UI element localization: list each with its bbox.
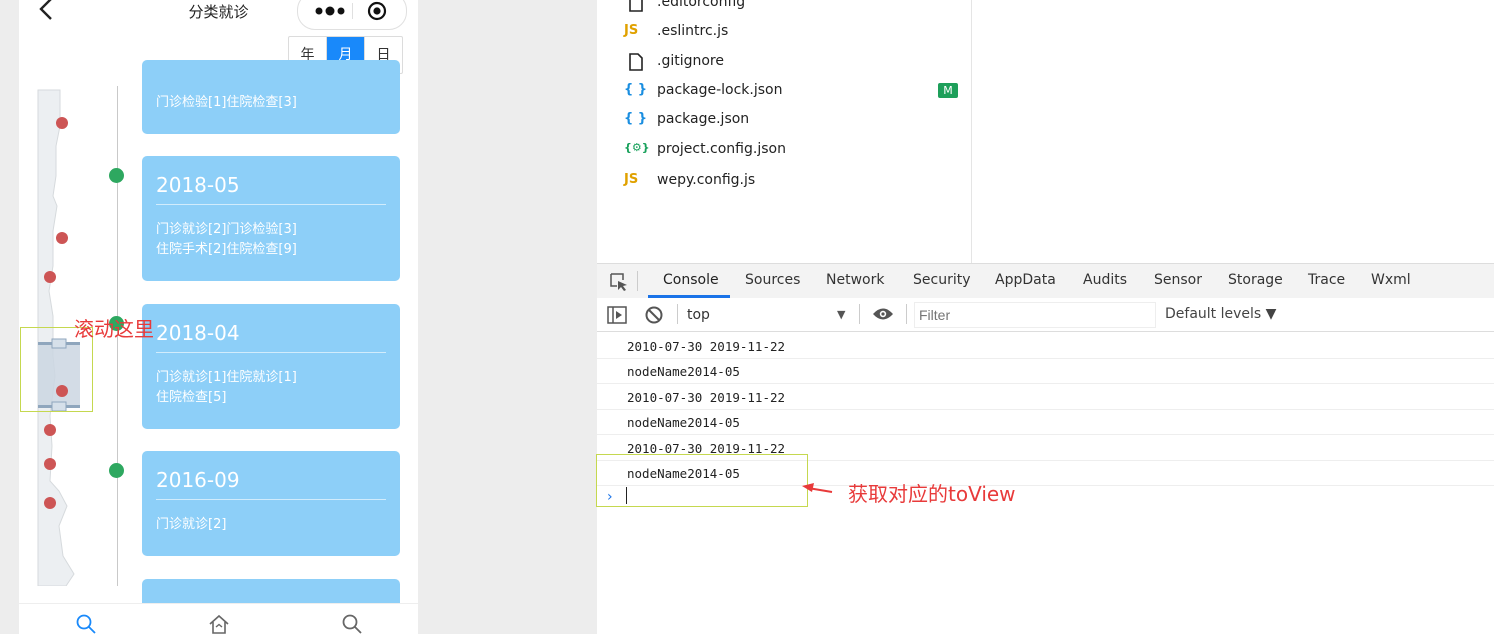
tab-wxml[interactable]: Wxml bbox=[1371, 272, 1411, 288]
tab-sensor[interactable]: Sensor bbox=[1154, 272, 1202, 288]
context-selector[interactable]: top bbox=[687, 307, 710, 323]
filter-input[interactable] bbox=[915, 303, 1151, 327]
card-divider bbox=[156, 352, 386, 353]
scrollbar-marker bbox=[44, 497, 56, 509]
log-levels-dropdown[interactable]: Default levels ▼ bbox=[1165, 306, 1276, 322]
git-modified-badge: M bbox=[938, 83, 958, 98]
card-date: 2018-04 bbox=[156, 321, 240, 345]
tab-appdata[interactable]: AppData bbox=[995, 272, 1056, 288]
bottom-tabbar bbox=[19, 603, 418, 634]
timeline-dot bbox=[109, 463, 124, 478]
card-summary-line: 住院手术[2]住院检查[9] bbox=[156, 242, 297, 257]
search-icon[interactable] bbox=[341, 613, 363, 634]
timeline-card[interactable]: 2018-04 门诊就诊[1]住院就诊[1] 住院检查[5] bbox=[142, 304, 400, 429]
toolbar-divider bbox=[677, 304, 678, 324]
annotation-arrow-icon bbox=[802, 483, 833, 493]
sidebar-toggle-icon[interactable] bbox=[607, 306, 627, 324]
card-divider bbox=[156, 204, 386, 205]
card-date: 2016-09 bbox=[156, 468, 240, 492]
tab-divider bbox=[637, 271, 638, 291]
devtools-tabbar: Console Sources Network Security AppData… bbox=[597, 263, 1494, 299]
tab-sources[interactable]: Sources bbox=[745, 272, 800, 288]
context-dropdown-icon[interactable]: ▼ bbox=[837, 308, 845, 321]
timeline-card[interactable]: 2016-09 门诊就诊[2] bbox=[142, 451, 400, 556]
home-icon[interactable] bbox=[208, 613, 230, 634]
editor-area bbox=[972, 0, 1494, 263]
scrollbar-marker bbox=[56, 232, 68, 244]
file-icon bbox=[629, 0, 643, 12]
tab-security[interactable]: Security bbox=[913, 272, 971, 288]
capsule-divider bbox=[352, 3, 353, 19]
close-miniprogram-icon[interactable] bbox=[367, 1, 387, 21]
config-json-icon: {⚙} bbox=[624, 141, 650, 154]
scrollbar-marker bbox=[44, 458, 56, 470]
clear-console-icon[interactable] bbox=[644, 305, 664, 325]
timeline-card[interactable]: 门诊检验[1]住院检查[3] bbox=[142, 60, 400, 134]
scrollbar-marker bbox=[56, 117, 68, 129]
toolbar-divider bbox=[906, 304, 907, 324]
annotation-highlight-box bbox=[596, 454, 808, 507]
card-summary-line: 门诊就诊[2] bbox=[156, 517, 227, 532]
console-log-line: 2010-07-30 2019-11-22 bbox=[597, 333, 1494, 359]
tab-trace[interactable]: Trace bbox=[1308, 272, 1345, 288]
js-icon: JS bbox=[624, 23, 639, 38]
console-toolbar: top ▼ Default levels ▼ bbox=[597, 298, 1494, 332]
console-log-line: nodeName2014-05 bbox=[597, 409, 1494, 435]
eye-icon[interactable] bbox=[872, 306, 894, 322]
file-icon bbox=[629, 53, 643, 71]
tab-storage[interactable]: Storage bbox=[1228, 272, 1283, 288]
console-log-line: nodeName2014-05 bbox=[597, 358, 1494, 384]
json-icon: { } bbox=[624, 82, 648, 97]
timeline-dot bbox=[109, 168, 124, 183]
tab-network[interactable]: Network bbox=[826, 272, 884, 288]
card-summary-line: 门诊就诊[1]住院就诊[1] bbox=[156, 370, 297, 385]
tab-console[interactable]: Console bbox=[663, 272, 719, 288]
search-icon[interactable] bbox=[75, 613, 97, 634]
more-icon[interactable] bbox=[314, 5, 346, 17]
card-summary-line: 门诊检验[1]住院检查[3] bbox=[156, 95, 297, 110]
filter-input-wrap bbox=[914, 302, 1156, 328]
scrollbar-marker bbox=[44, 271, 56, 283]
json-icon: { } bbox=[624, 111, 648, 126]
toolbar-divider bbox=[859, 304, 860, 324]
annotation-get-toview: 获取对应的toView bbox=[848, 482, 1016, 506]
console-log-line: 2010-07-30 2019-11-22 bbox=[597, 384, 1494, 410]
inspect-element-icon[interactable] bbox=[609, 272, 629, 292]
tab-audits[interactable]: Audits bbox=[1083, 272, 1127, 288]
card-summary-line: 住院检查[5] bbox=[156, 390, 227, 405]
card-summary-line: 门诊就诊[2]门诊检验[3] bbox=[156, 222, 297, 237]
capsule-menu[interactable] bbox=[297, 0, 407, 30]
timeline-card[interactable]: 2018-05 门诊就诊[2]门诊检验[3] 住院手术[2]住院检查[9] bbox=[142, 156, 400, 281]
js-icon: JS bbox=[624, 172, 639, 187]
file-explorer: .editorconfig JS .eslintrc.js .gitignore… bbox=[597, 0, 972, 263]
annotation-scroll-here: 滚动这里 bbox=[74, 317, 154, 341]
scrollbar-marker bbox=[44, 424, 56, 436]
card-divider bbox=[156, 499, 386, 500]
card-date: 2018-05 bbox=[156, 173, 240, 197]
